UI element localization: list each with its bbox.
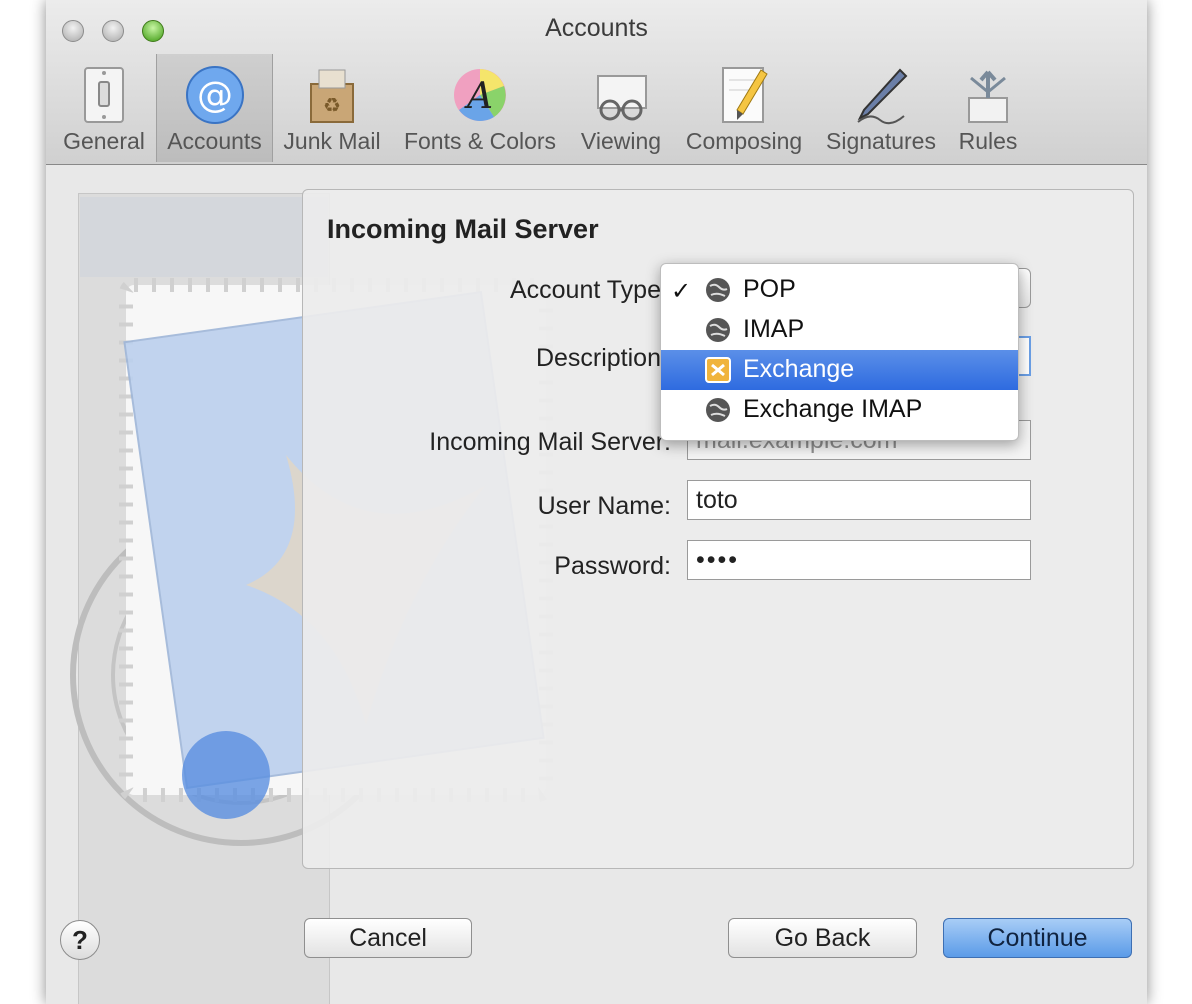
menu-item-imap[interactable]: IMAP (661, 310, 1018, 350)
globe-icon (706, 398, 730, 422)
toolbar-label: Junk Mail (283, 128, 381, 154)
menu-item-label: POP (743, 275, 796, 303)
menu-item-exchange[interactable]: Exchange (661, 350, 1018, 390)
preferences-window: Accounts General @ Accounts ♻ Junk Mail … (46, 0, 1147, 1004)
password-field[interactable]: •••• (687, 540, 1031, 580)
continue-button[interactable]: Continue (943, 918, 1132, 958)
svg-text:A: A (464, 76, 493, 117)
pen-icon (857, 68, 908, 125)
globe-icon (706, 278, 730, 302)
svg-text:♻: ♻ (323, 93, 341, 117)
rules-arrows-icon (968, 70, 1008, 123)
switch-icon (84, 67, 124, 123)
window-title: Accounts (545, 14, 648, 42)
menu-item-label: Exchange (743, 355, 855, 383)
toolbar-accounts[interactable]: @ Accounts (156, 54, 273, 162)
account-type-label: Account Type (509, 276, 661, 304)
checkmark-icon: ✓ (671, 278, 692, 305)
toolbar-label: Accounts (167, 128, 262, 154)
toolbar-junk-mail[interactable]: ♻ Junk Mail (278, 54, 386, 162)
account-type-menu: ✓ POP IMAP Exchange Exchange IMAP (660, 263, 1019, 441)
toolbar-signatures[interactable]: Signatures (822, 54, 940, 162)
menu-item-pop[interactable]: ✓ POP (661, 270, 1018, 310)
toolbar-label: Signatures (826, 128, 936, 154)
go-back-button[interactable]: Go Back (728, 918, 917, 958)
toolbar-label: Composing (685, 128, 803, 154)
toolbar-label: Rules (958, 128, 1018, 154)
toolbar-label: Viewing (580, 128, 662, 154)
password-label: Password: (554, 552, 671, 580)
cancel-button[interactable]: Cancel (304, 918, 472, 958)
incoming-server-label: Incoming Mail Server: (429, 428, 671, 456)
toolbar-viewing[interactable]: Viewing (576, 54, 666, 162)
panel-title: Incoming Mail Server (327, 214, 599, 244)
pencil-paper-icon (722, 67, 768, 123)
at-icon: @ (185, 66, 244, 124)
menu-item-label: IMAP (743, 315, 805, 343)
toolbar-rules[interactable]: Rules (952, 54, 1024, 162)
toolbar-label: Fonts & Colors (403, 128, 557, 154)
toolbar: Accounts General @ Accounts ♻ Junk Mail … (46, 0, 1147, 165)
username-label: User Name: (537, 492, 671, 520)
svg-text:@: @ (197, 75, 233, 116)
username-field[interactable]: toto (687, 480, 1031, 520)
description-label: Description (535, 344, 661, 372)
font-color-wheel-icon: A (454, 69, 506, 121)
menu-item-exchange-imap[interactable]: Exchange IMAP (661, 390, 1018, 430)
toolbar-fonts-colors[interactable]: A Fonts & Colors (398, 54, 562, 162)
menu-item-label: Exchange IMAP (743, 395, 923, 423)
recycle-package-icon: ♻ (310, 69, 354, 123)
exchange-icon (705, 357, 731, 383)
toolbar-label: General (63, 128, 145, 154)
glasses-envelope-icon (597, 75, 647, 121)
toolbar-general[interactable]: General (58, 54, 150, 162)
toolbar-composing[interactable]: Composing (682, 54, 806, 162)
help-button[interactable]: ? (60, 920, 100, 960)
globe-icon (706, 318, 730, 342)
